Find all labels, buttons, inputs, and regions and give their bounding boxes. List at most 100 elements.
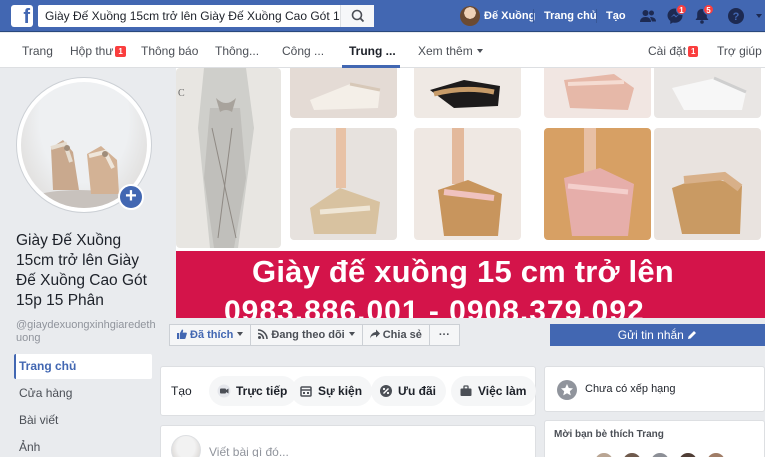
cover-shoe-image-6 <box>414 128 521 240</box>
inbox-badge: 1 <box>115 46 126 57</box>
settings-link[interactable]: Cài đặt 1 <box>648 44 699 58</box>
avatar <box>171 435 201 457</box>
help-label: Trợ giúp <box>717 44 762 58</box>
avatar[interactable] <box>651 453 669 457</box>
avatar[interactable] <box>595 453 613 457</box>
divider <box>533 9 534 23</box>
help-link[interactable]: Trợ giúp <box>717 44 765 58</box>
cover-shoe-image-4 <box>654 68 761 118</box>
sidebar-item-shop[interactable]: Cửa hàng <box>14 381 152 406</box>
go-live-button[interactable]: Trực tiếp <box>209 376 298 406</box>
friend-requests-icon[interactable] <box>639 7 657 25</box>
avatar <box>460 6 480 26</box>
invite-friends-title: Mời bạn bè thích Trang <box>554 429 664 440</box>
search-button[interactable] <box>340 5 374 27</box>
share-button[interactable]: Chia sẻ <box>361 324 430 346</box>
chevron-down-icon <box>237 332 244 336</box>
event-button[interactable]: Sự kiện <box>291 376 373 406</box>
rss-follow-icon <box>258 329 269 339</box>
avatar[interactable] <box>679 453 697 457</box>
cover-shoe-image-5 <box>290 128 397 240</box>
search-input[interactable]: Giày Đế Xuồng 15cm trở lên Giày Đế Xuồng… <box>38 5 374 27</box>
page-sidebar-nav: Trang chủ Cửa hàng Bài viết Ảnh <box>14 354 152 457</box>
banner-phone: 0983.886.001 - 0908.379.092 <box>224 295 645 318</box>
briefcase-icon <box>460 385 472 396</box>
offer-button[interactable]: Ưu đãi <box>371 376 446 406</box>
following-label: Đang theo dõi <box>271 329 345 341</box>
home-link[interactable]: Trang chủ <box>544 10 597 22</box>
messages-badge: 1 <box>676 4 687 15</box>
thumbs-up-icon <box>177 329 187 339</box>
post-input-placeholder[interactable]: Viết bài gì đó... <box>209 445 289 457</box>
send-message-button[interactable]: Gửi tin nhắn <box>550 324 765 346</box>
share-arrow-icon <box>369 329 380 339</box>
rating-status: Chưa có xếp hạng <box>585 383 676 395</box>
top-bar: f Giày Đế Xuồng 15cm trở lên Giày Đế Xuồ… <box>0 0 765 32</box>
tab-more-label: Xem thêm <box>418 44 473 58</box>
send-message-label: Gửi tin nhắn <box>617 328 684 342</box>
notifications-badge: 5 <box>703 4 714 15</box>
post-composer[interactable]: Viết bài gì đó... <box>160 425 536 457</box>
create-panel: Tạo Trực tiếp Sự kiện Ưu đãi Việc làm <box>160 366 537 416</box>
live-video-icon <box>217 384 231 398</box>
cover-shoe-image-3 <box>544 68 651 118</box>
cover-shoe-image-7 <box>544 128 651 240</box>
page-action-row: Đã thích Đang theo dõi Chia sẻ ··· <box>169 324 460 346</box>
offer-tag-icon <box>380 385 392 397</box>
page-admin-nav: Trang Hộp thư 1 Thông báo Thông... Công .… <box>0 33 765 68</box>
add-photo-button[interactable]: + <box>118 184 144 210</box>
cover-shoe-image-2 <box>414 68 521 118</box>
settings-badge: 1 <box>688 46 699 57</box>
cover-shoe-image-8 <box>654 128 761 240</box>
top-user-profile[interactable] <box>460 6 484 26</box>
tab-inbox[interactable]: Hộp thư 1 <box>70 44 126 58</box>
chevron-down-icon <box>348 332 355 336</box>
user-name-link[interactable]: Đế Xuồng <box>484 10 535 22</box>
sidebar-item-posts[interactable]: Bài viết <box>14 408 152 433</box>
search-icon <box>351 9 365 23</box>
calendar-icon <box>300 386 312 397</box>
avatar[interactable] <box>707 453 725 457</box>
more-options-button[interactable]: ··· <box>428 324 460 346</box>
cover-banner: Giày đế xuồng 15 cm trở lên 0983.886.001… <box>176 251 765 318</box>
cover-photo[interactable]: C Giày đế xuồng 15 cm trở lên 0983.886.0… <box>176 68 765 318</box>
settings-label: Cài đặt <box>648 44 687 58</box>
tab-insights[interactable]: Thông... <box>215 44 259 58</box>
divider <box>596 9 597 23</box>
banner-title: Giày đế xuồng 15 cm trở lên <box>252 254 674 289</box>
job-button[interactable]: Việc làm <box>451 376 537 406</box>
help-icon[interactable]: ? <box>727 7 745 25</box>
avatar[interactable] <box>623 453 641 457</box>
page-title: Giày Đế Xuồng 15cm trở lên Giày Đế Xuồng… <box>16 232 147 309</box>
pencil-icon <box>688 331 697 339</box>
svg-text:?: ? <box>733 11 740 23</box>
event-label: Sự kiện <box>318 384 363 398</box>
rating-star-icon <box>557 380 577 400</box>
sidebar-item-photos[interactable]: Ảnh <box>14 435 152 457</box>
following-button[interactable]: Đang theo dõi <box>250 324 363 346</box>
tab-publishing-tools[interactable]: Công ... <box>282 44 324 58</box>
cover-shoe-image-1 <box>290 68 397 118</box>
offer-label: Ưu đãi <box>398 384 436 398</box>
create-link[interactable]: Tạo <box>606 10 626 22</box>
search-value[interactable]: Giày Đế Xuồng 15cm trở lên Giày Đế Xuồng… <box>45 9 345 23</box>
tab-page[interactable]: Trang <box>22 44 53 58</box>
account-menu-caret-icon[interactable] <box>754 7 764 25</box>
liked-button[interactable]: Đã thích <box>169 324 252 346</box>
go-live-label: Trực tiếp <box>236 384 288 398</box>
share-label: Chia sẻ <box>382 329 422 341</box>
cover-sketch-image: C <box>176 68 281 248</box>
create-panel-label: Tạo <box>171 384 192 398</box>
tab-notifications[interactable]: Thông báo <box>141 44 198 58</box>
facebook-logo-icon[interactable]: f <box>11 5 33 27</box>
chevron-down-icon <box>476 49 483 53</box>
invite-friends-panel: Mời bạn bè thích Trang <box>544 420 765 457</box>
liked-label: Đã thích <box>190 329 234 341</box>
tab-more[interactable]: Xem thêm <box>418 44 483 58</box>
tab-inbox-label: Hộp thư <box>70 44 114 58</box>
job-label: Việc làm <box>478 384 527 398</box>
tab-ad-center[interactable]: Trung ... <box>349 44 396 58</box>
sidebar-item-home[interactable]: Trang chủ <box>14 354 152 379</box>
svg-text:C: C <box>178 88 185 99</box>
page-username[interactable]: @giaydexuongxinhgiaredethuong <box>16 319 156 345</box>
